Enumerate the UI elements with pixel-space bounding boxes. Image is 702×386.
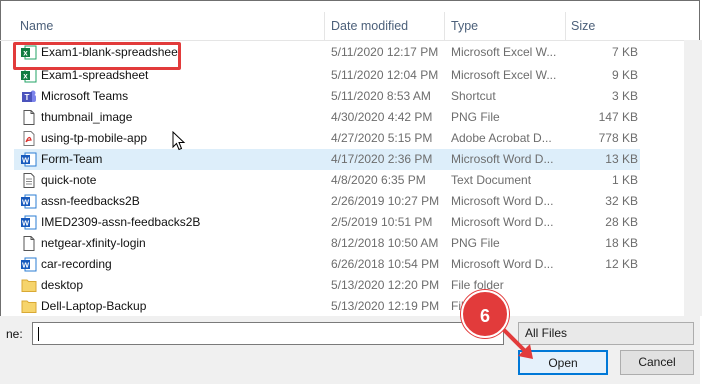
file-size: 3 KB — [611, 89, 638, 103]
text-caret — [38, 327, 39, 341]
folder-row[interactable]: Dell-Laptop-Backup 5/13/2020 12:19 PM Fi… — [14, 296, 640, 317]
word-icon: W — [21, 152, 37, 167]
file-name: using-tp-mobile-app — [41, 131, 148, 145]
column-header-name[interactable]: Name — [20, 12, 53, 40]
text-file-icon — [23, 173, 35, 188]
file-name: car-recording — [41, 257, 112, 271]
file-name: Dell-Laptop-Backup — [41, 299, 147, 313]
step-number-badge: 6 — [461, 290, 509, 338]
svg-text:x: x — [23, 72, 28, 81]
svg-text:W: W — [22, 198, 30, 207]
column-header-bar: Name Date modified Type Size — [0, 12, 700, 41]
column-divider[interactable] — [444, 12, 445, 40]
file-row[interactable]: quick-note 4/8/2020 6:35 PM Text Documen… — [14, 170, 640, 191]
mouse-cursor-icon — [172, 131, 186, 151]
file-type: Microsoft Word D... — [451, 215, 554, 229]
file-row[interactable]: using-tp-mobile-app 4/27/2020 5:15 PM Ad… — [14, 128, 640, 149]
column-divider[interactable] — [324, 12, 325, 40]
file-date: 5/13/2020 12:20 PM — [331, 278, 440, 292]
file-type: PNG File — [451, 236, 500, 250]
file-name: Microsoft Teams — [41, 89, 129, 103]
column-header-size[interactable]: Size — [571, 12, 595, 40]
file-size: 147 KB — [598, 110, 638, 124]
file-date: 6/26/2018 10:54 PM — [331, 257, 440, 271]
file-date: 4/27/2020 5:15 PM — [331, 131, 433, 145]
file-row[interactable]: thumbnail_image 4/30/2020 4:42 PM PNG Fi… — [14, 107, 640, 128]
word-icon: W — [21, 194, 37, 209]
file-type: PNG File — [451, 110, 500, 124]
file-name: Form-Team — [41, 152, 103, 166]
file-size: 28 KB — [605, 215, 638, 229]
file-date: 5/11/2020 8:53 AM — [331, 89, 431, 103]
file-date: 2/26/2019 10:27 PM — [331, 194, 440, 208]
file-row[interactable]: netgear-xfinity-login 8/12/2018 10:50 AM… — [14, 233, 640, 254]
file-name: thumbnail_image — [41, 110, 133, 124]
svg-text:W: W — [22, 261, 30, 270]
svg-text:W: W — [22, 219, 30, 228]
file-type: Adobe Acrobat D... — [451, 131, 552, 145]
column-divider[interactable] — [565, 12, 566, 40]
file-name-input[interactable] — [32, 322, 504, 345]
highlight-box — [13, 42, 181, 70]
file-row-hovered[interactable]: W Form-Team 4/17/2020 2:36 PM Microsoft … — [14, 149, 640, 170]
folder-row[interactable]: desktop 5/13/2020 12:20 PM File folder — [14, 275, 640, 296]
file-size — [568, 296, 638, 317]
pdf-icon — [23, 131, 35, 146]
file-name: IMED2309-assn-feedbacks2B — [41, 215, 201, 229]
file-row[interactable]: W car-recording 6/26/2018 10:54 PM Micro… — [14, 254, 640, 275]
file-type: Microsoft Excel W... — [451, 68, 557, 82]
file-row[interactable]: W IMED2309-assn-feedbacks2B 2/5/2019 10:… — [14, 212, 640, 233]
file-size: 13 KB — [605, 152, 638, 166]
file-name-label: ne: — [6, 327, 23, 341]
file-date: 5/13/2020 12:19 PM — [331, 299, 440, 313]
file-type-filter-select[interactable]: All Files — [518, 322, 694, 345]
file-type: File folder — [451, 278, 504, 292]
file-size: 1 KB — [611, 173, 638, 187]
file-date: 2/5/2019 10:51 PM — [331, 215, 433, 229]
folder-icon — [21, 300, 37, 313]
file-size — [568, 275, 638, 296]
column-header-date-modified[interactable]: Date modified — [331, 12, 408, 40]
svg-text:T: T — [25, 93, 30, 102]
image-file-icon — [23, 236, 35, 251]
file-type: Microsoft Word D... — [451, 257, 554, 271]
column-header-type[interactable]: Type — [451, 12, 478, 40]
file-type: Shortcut — [451, 89, 496, 103]
folder-icon — [21, 279, 37, 292]
file-size: 7 KB — [611, 45, 638, 59]
file-name: netgear-xfinity-login — [41, 236, 146, 250]
file-type: Text Document — [451, 173, 532, 187]
file-date: 4/17/2020 2:36 PM — [331, 152, 433, 166]
file-date: 5/11/2020 12:04 PM — [331, 68, 439, 82]
word-icon: W — [21, 215, 37, 230]
file-size: 32 KB — [605, 194, 638, 208]
file-row[interactable]: T Microsoft Teams 5/11/2020 8:53 AM Shor… — [14, 86, 640, 107]
file-size: 12 KB — [605, 257, 638, 271]
file-type: Microsoft Word D... — [451, 194, 554, 208]
excel-icon: x — [21, 68, 37, 83]
file-row[interactable]: W assn-feedbacks2B 2/26/2019 10:27 PM Mi… — [14, 191, 640, 212]
file-name: assn-feedbacks2B — [41, 194, 140, 208]
file-date: 5/11/2020 12:17 PM — [331, 45, 439, 59]
word-icon: W — [21, 257, 37, 272]
file-name: quick-note — [41, 173, 97, 187]
file-size: 778 KB — [598, 131, 638, 145]
file-type: Microsoft Excel W... — [451, 45, 557, 59]
teams-icon: T — [22, 90, 36, 102]
vertical-scrollbar[interactable] — [684, 40, 702, 316]
file-date: 8/12/2018 10:50 AM — [331, 236, 439, 250]
file-name: desktop — [41, 278, 84, 292]
file-date: 4/8/2020 6:35 PM — [331, 173, 426, 187]
file-type: Microsoft Word D... — [451, 152, 554, 166]
cancel-button[interactable]: Cancel — [620, 350, 694, 375]
image-file-icon — [23, 110, 35, 125]
file-size: 18 KB — [605, 236, 638, 250]
annotation-arrow — [502, 328, 533, 359]
file-date: 4/30/2020 4:42 PM — [331, 110, 433, 124]
svg-text:W: W — [22, 156, 30, 165]
file-size: 9 KB — [611, 68, 638, 82]
